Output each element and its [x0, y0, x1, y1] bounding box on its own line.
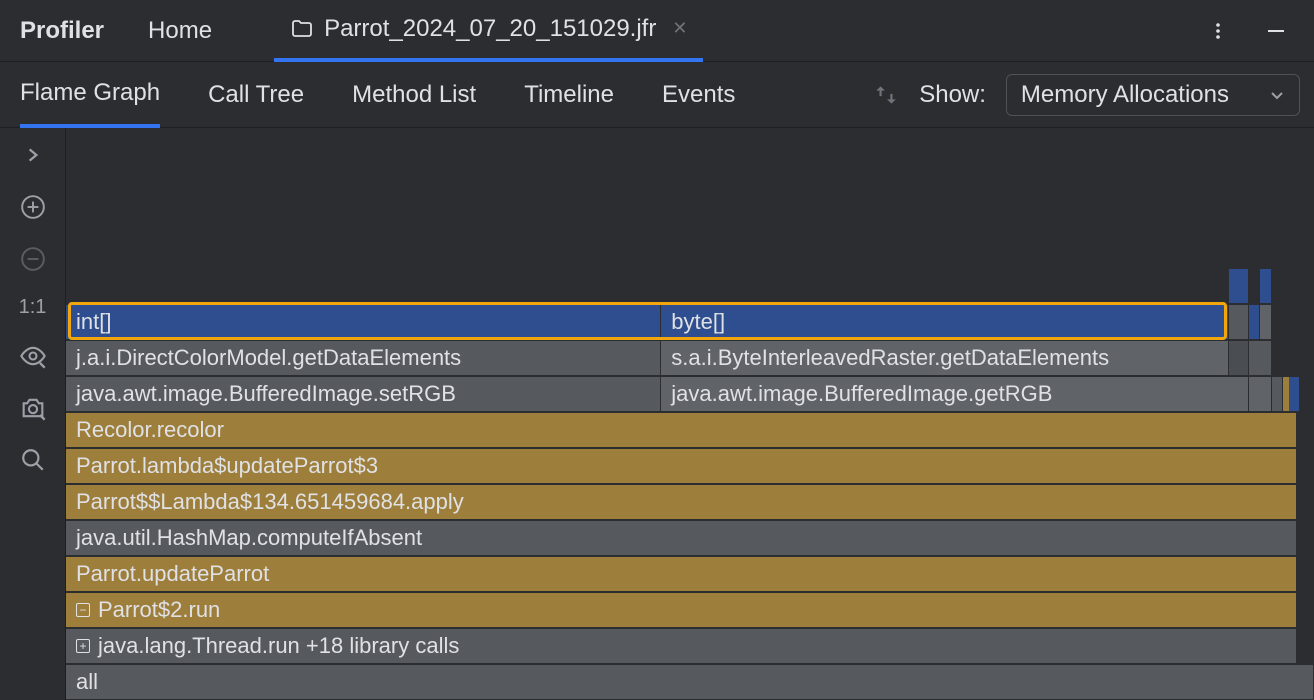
flame-cell-label: java.awt.image.BufferedImage.setRGB — [76, 381, 456, 407]
flame-cell-label: Recolor.recolor — [76, 417, 224, 443]
view-tab-method-list[interactable]: Method List — [352, 62, 476, 128]
flame-cell[interactable] — [1229, 340, 1249, 375]
flame-cell[interactable]: java.awt.image.BufferedImage.getRGB — [661, 376, 1249, 411]
main-area: 1:1 int[] byte[] j.a.i.DirectColorModel.ge… — [0, 128, 1314, 700]
profiler-view-tabs: Flame Graph Call Tree Method List Timeline E… — [0, 62, 1314, 128]
profiler-tool-title: Profiler — [20, 17, 104, 45]
flame-cell[interactable]: int[] — [66, 304, 661, 339]
kebab-menu-icon[interactable] — [1208, 21, 1228, 41]
flame-row: all — [66, 664, 1314, 700]
flame-row: j.a.i.DirectColorModel.getDataElements s.… — [66, 340, 1314, 376]
flame-row: int[] byte[] — [66, 304, 1314, 340]
flame-row: Recolor.recolor — [66, 412, 1314, 448]
tab-file-name: Parrot_2024_07_20_151029.jfr — [324, 15, 656, 43]
flame-row: java.awt.image.BufferedImage.setRGB java.… — [66, 376, 1314, 412]
flame-cell[interactable]: j.a.i.DirectColorModel.getDataElements — [66, 340, 661, 375]
flame-cell[interactable] — [1272, 376, 1283, 411]
show-select[interactable]: Memory Allocations — [1006, 74, 1300, 116]
flame-cell-label: Parrot.updateParrot — [76, 561, 269, 587]
flame-row: + java.lang.Thread.run +18 library calls — [66, 628, 1314, 664]
flame-cell-label: java.util.HashMap.computeIfAbsent — [76, 525, 422, 551]
view-tab-flame-graph[interactable]: Flame Graph — [20, 62, 160, 128]
flame-cell[interactable] — [1249, 304, 1260, 339]
flame-cell-label: j.a.i.DirectColorModel.getDataElements — [76, 345, 461, 371]
flame-cell[interactable] — [1229, 304, 1249, 339]
tab-file[interactable]: Parrot_2024_07_20_151029.jfr ✕ — [274, 0, 703, 62]
flame-cell[interactable]: + java.lang.Thread.run +18 library calls — [66, 628, 1297, 663]
actual-size-button[interactable]: 1:1 — [19, 296, 47, 319]
flame-cell-label: java.lang.Thread.run +18 library calls — [98, 633, 459, 659]
flame-cell[interactable]: all — [66, 664, 1314, 699]
flame-cell[interactable]: Parrot$$Lambda$134.651459684.apply — [66, 484, 1297, 519]
flame-cell[interactable] — [1249, 340, 1271, 375]
left-toolbar: 1:1 — [0, 128, 66, 700]
collapse-minus-icon[interactable]: − — [76, 603, 90, 617]
view-tabs-right: Show: Memory Allocations — [873, 74, 1314, 116]
flame-row: −Parrot$2.run — [66, 592, 1314, 628]
flame-cell[interactable] — [1249, 376, 1271, 411]
focus-icon[interactable] — [18, 341, 48, 371]
flame-cell[interactable] — [1260, 304, 1271, 339]
tab-home[interactable]: Home — [148, 17, 212, 45]
flame-cell-label: Parrot.lambda$updateParrot$3 — [76, 453, 378, 479]
search-icon[interactable] — [18, 445, 48, 475]
expand-icon[interactable] — [18, 140, 48, 170]
view-tab-timeline[interactable]: Timeline — [524, 62, 614, 128]
flame-cell[interactable]: Recolor.recolor — [66, 412, 1297, 447]
editor-tabs-left: Profiler Home Parrot_2024_07_20_151029.j… — [20, 0, 703, 62]
flame-cell[interactable]: Parrot.lambda$updateParrot$3 — [66, 448, 1297, 483]
minimize-icon[interactable] — [1264, 19, 1288, 43]
flame-cell[interactable] — [1289, 376, 1300, 411]
flame-row: Parrot.lambda$updateParrot$3 — [66, 448, 1314, 484]
flame-row: Parrot$$Lambda$134.651459684.apply — [66, 484, 1314, 520]
flame-cell-label: java.awt.image.BufferedImage.getRGB — [671, 381, 1052, 407]
chevron-down-icon — [1269, 87, 1285, 103]
editor-tabs-bar: Profiler Home Parrot_2024_07_20_151029.j… — [0, 0, 1314, 62]
expand-plus-icon[interactable]: + — [76, 639, 90, 653]
editor-tabs-right — [1208, 19, 1314, 43]
view-tab-events[interactable]: Events — [662, 62, 735, 128]
flame-cell[interactable] — [1260, 268, 1271, 303]
close-icon[interactable]: ✕ — [672, 18, 687, 39]
flame-row: Parrot.updateParrot — [66, 556, 1314, 592]
flame-graph[interactable]: int[] byte[] j.a.i.DirectColorModel.getDat… — [66, 128, 1314, 700]
flame-cell[interactable]: java.awt.image.BufferedImage.setRGB — [66, 376, 661, 411]
flame-cell-label: all — [76, 669, 98, 695]
flame-cell[interactable]: s.a.i.ByteInterleavedRaster.getDataEleme… — [661, 340, 1229, 375]
zoom-out-icon[interactable] — [18, 244, 48, 274]
flame-cell-label: byte[] — [671, 309, 725, 335]
swap-icon[interactable] — [873, 82, 899, 108]
flame-cell-label: s.a.i.ByteInterleavedRaster.getDataEleme… — [671, 345, 1109, 371]
show-label: Show: — [919, 81, 986, 109]
view-tab-call-tree[interactable]: Call Tree — [208, 62, 304, 128]
screenshot-icon[interactable] — [18, 393, 48, 423]
flame-cell[interactable]: Parrot.updateParrot — [66, 556, 1297, 591]
flame-row — [66, 268, 1314, 304]
flame-cell-label: int[] — [76, 309, 111, 335]
show-select-value: Memory Allocations — [1021, 81, 1229, 109]
flame-cell[interactable]: java.util.HashMap.computeIfAbsent — [66, 520, 1297, 555]
folder-icon — [290, 17, 314, 41]
zoom-in-icon[interactable] — [18, 192, 48, 222]
flame-cell[interactable]: byte[] — [661, 304, 1229, 339]
flame-cell-label: Parrot$2.run — [98, 597, 220, 623]
flame-cell[interactable] — [1229, 268, 1249, 303]
flame-row: java.util.HashMap.computeIfAbsent — [66, 520, 1314, 556]
flame-cell-label: Parrot$$Lambda$134.651459684.apply — [76, 489, 464, 515]
flame-cell[interactable]: −Parrot$2.run — [66, 592, 1297, 627]
